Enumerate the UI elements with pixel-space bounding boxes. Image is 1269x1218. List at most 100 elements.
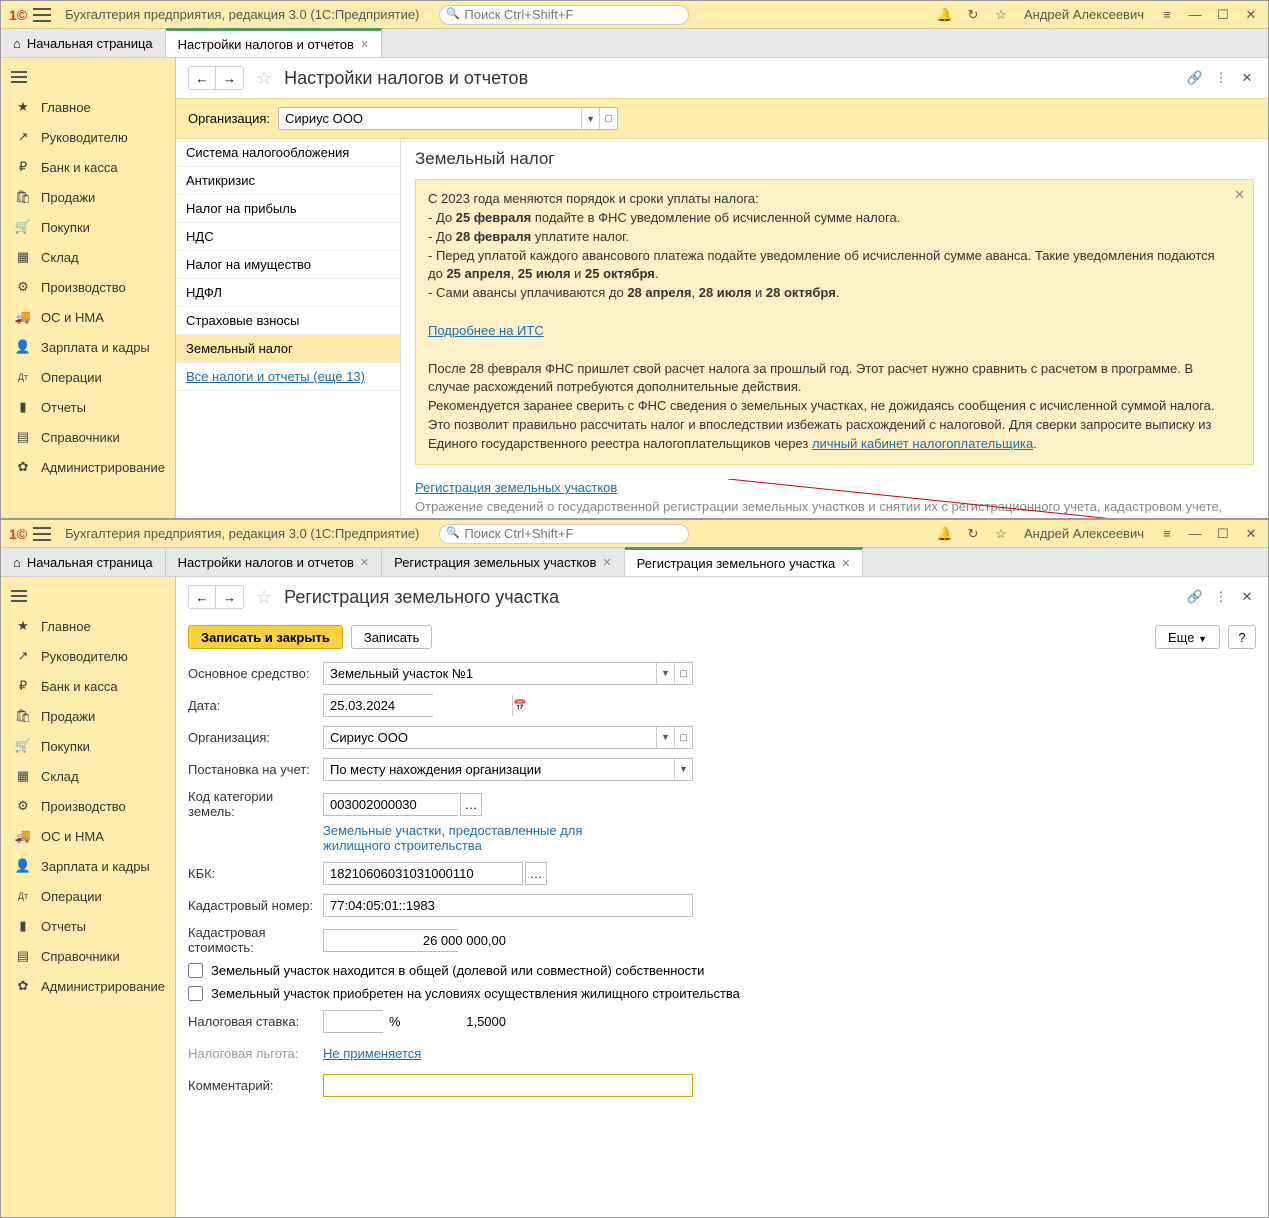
help-button[interactable]: ?	[1228, 625, 1256, 649]
tab-home[interactable]: ⌂Начальная страница	[1, 29, 166, 57]
tax-item-land[interactable]: Земельный налог	[176, 335, 400, 363]
tax-item-all-link[interactable]: Все налоги и отчеты (еще 13)	[176, 363, 400, 391]
asset-field[interactable]: ▼▢	[323, 662, 693, 685]
star-icon[interactable]: ☆	[992, 6, 1010, 24]
dropdown-icon[interactable]: ▼	[581, 108, 599, 129]
comment-field[interactable]	[323, 1074, 693, 1097]
tax-item-property[interactable]: Налог на имущество	[176, 251, 400, 279]
comment-input[interactable]	[324, 1075, 692, 1096]
sidebar-item-operations[interactable]: ДтОперации	[1, 362, 175, 392]
favorite-icon[interactable]: ☆	[256, 68, 272, 89]
bell-icon[interactable]: 🔔	[936, 6, 954, 24]
open-icon[interactable]: ▢	[674, 663, 692, 684]
sidebar-toggle[interactable]	[1, 62, 175, 92]
maximize-icon[interactable]: ☐	[1214, 525, 1232, 543]
main-menu-icon[interactable]	[33, 8, 51, 22]
tab-home[interactable]: ⌂Начальная страница	[1, 548, 166, 576]
tax-item-system[interactable]: Система налогообложения	[176, 139, 400, 167]
dropdown-icon[interactable]: ▼	[656, 663, 674, 684]
tab-close-icon[interactable]: ✕	[360, 38, 369, 51]
calendar-icon[interactable]: 📅	[512, 695, 527, 716]
sidebar-item-assets[interactable]: 🚚ОС и НМА	[1, 821, 175, 851]
sidebar-item-admin[interactable]: ✿Администрирование	[1, 971, 175, 1001]
cadval-input[interactable]	[324, 930, 512, 951]
dropdown-icon[interactable]: ▼	[674, 759, 692, 780]
bell-icon[interactable]: 🔔	[936, 525, 954, 543]
user-name[interactable]: Андрей Алексеевич	[1024, 526, 1144, 541]
kbk-field[interactable]	[323, 862, 523, 885]
rate-input[interactable]	[324, 1011, 512, 1032]
more-icon[interactable]: ⋮	[1212, 69, 1230, 87]
kbk-input[interactable]	[324, 863, 522, 884]
sidebar-item-production[interactable]: ⚙Производство	[1, 791, 175, 821]
sidebar-item-operations[interactable]: ДтОперации	[1, 881, 175, 911]
reg-field[interactable]: ▼	[323, 758, 693, 781]
sidebar-item-reports[interactable]: ▮Отчеты	[1, 392, 175, 422]
nav-back-button[interactable]: ←	[188, 585, 216, 609]
sidebar-item-hr[interactable]: 👤Зарплата и кадры	[1, 851, 175, 881]
sidebar-item-admin[interactable]: ✿Администрирование	[1, 452, 175, 482]
link-icon[interactable]: 🔗	[1186, 69, 1204, 87]
tax-item-profit[interactable]: Налог на прибыль	[176, 195, 400, 223]
dropdown-icon[interactable]: ▼	[656, 727, 674, 748]
sidebar-item-catalogs[interactable]: ▤Справочники	[1, 941, 175, 971]
shared-ownership-checkbox[interactable]	[188, 963, 203, 978]
user-name[interactable]: Андрей Алексеевич	[1024, 7, 1144, 22]
more-icon[interactable]: ⋮	[1212, 588, 1230, 606]
nav-back-button[interactable]: ←	[188, 66, 216, 90]
tab-settings[interactable]: Настройки налогов и отчетов✕	[166, 548, 382, 576]
nav-forward-button[interactable]: →	[216, 585, 244, 609]
nav-forward-button[interactable]: →	[216, 66, 244, 90]
cadnum-field[interactable]	[323, 894, 693, 917]
sidebar-item-reports[interactable]: ▮Отчеты	[1, 911, 175, 941]
maximize-icon[interactable]: ☐	[1214, 6, 1232, 24]
favorite-icon[interactable]: ☆	[256, 587, 272, 608]
tax-item-crisis[interactable]: Антикризис	[176, 167, 400, 195]
search-input[interactable]	[464, 6, 680, 24]
history-icon[interactable]: ↻	[964, 525, 982, 543]
minimize-icon[interactable]: —	[1186, 6, 1204, 24]
tab-land-form[interactable]: Регистрация земельного участка✕	[625, 547, 864, 576]
sidebar-item-main[interactable]: ★Главное	[1, 92, 175, 122]
sidebar-item-warehouse[interactable]: ▦Склад	[1, 761, 175, 791]
search-input[interactable]	[464, 525, 680, 543]
tab-settings[interactable]: Настройки налогов и отчетов✕	[166, 28, 382, 57]
close-icon[interactable]: ✕	[1242, 6, 1260, 24]
taxpayer-cabinet-link[interactable]: личный кабинет налогоплательщика	[812, 436, 1033, 451]
star-icon[interactable]: ☆	[992, 525, 1010, 543]
date-input[interactable]	[324, 695, 512, 716]
tab-close-icon[interactable]: ✕	[602, 556, 611, 569]
history-icon[interactable]: ↻	[964, 6, 982, 24]
tax-item-vat[interactable]: НДС	[176, 223, 400, 251]
settings-icon[interactable]: ≡	[1158, 6, 1176, 24]
sidebar-item-hr[interactable]: 👤Зарплата и кадры	[1, 332, 175, 362]
cadval-field[interactable]	[323, 929, 458, 952]
tax-item-insurance[interactable]: Страховые взносы	[176, 307, 400, 335]
sidebar-item-bank[interactable]: ₽Банк и касса	[1, 671, 175, 701]
sidebar-item-manager[interactable]: ↗Руководителю	[1, 122, 175, 152]
reg-input[interactable]	[324, 759, 674, 780]
link-icon[interactable]: 🔗	[1186, 588, 1204, 606]
sidebar-item-manager[interactable]: ↗Руководителю	[1, 641, 175, 671]
info-its-link[interactable]: Подробнее на ИТС	[428, 323, 544, 338]
open-icon[interactable]: ▢	[599, 108, 617, 129]
open-icon[interactable]: ▢	[674, 727, 692, 748]
date-field[interactable]: 📅	[323, 694, 433, 717]
cat-field[interactable]	[323, 793, 458, 816]
sidebar-item-production[interactable]: ⚙Производство	[1, 272, 175, 302]
org-input[interactable]	[324, 727, 656, 748]
sidebar-item-assets[interactable]: 🚚ОС и НМА	[1, 302, 175, 332]
cat-picker-button[interactable]: …	[460, 793, 482, 816]
org-select[interactable]: ▼ ▢	[278, 107, 618, 130]
save-button[interactable]: Записать	[351, 625, 433, 649]
minimize-icon[interactable]: —	[1186, 525, 1204, 543]
sidebar-item-bank[interactable]: ₽Банк и касса	[1, 152, 175, 182]
sidebar-item-sales[interactable]: 🛍Продажи	[1, 701, 175, 731]
main-menu-icon[interactable]	[33, 527, 51, 541]
close-page-icon[interactable]: ✕	[1238, 588, 1256, 606]
tab-close-icon[interactable]: ✕	[360, 556, 369, 569]
tab-land-list[interactable]: Регистрация земельных участков✕	[382, 548, 625, 576]
close-icon[interactable]: ✕	[1242, 525, 1260, 543]
sidebar-toggle[interactable]	[1, 581, 175, 611]
tax-item-ndfl[interactable]: НДФЛ	[176, 279, 400, 307]
